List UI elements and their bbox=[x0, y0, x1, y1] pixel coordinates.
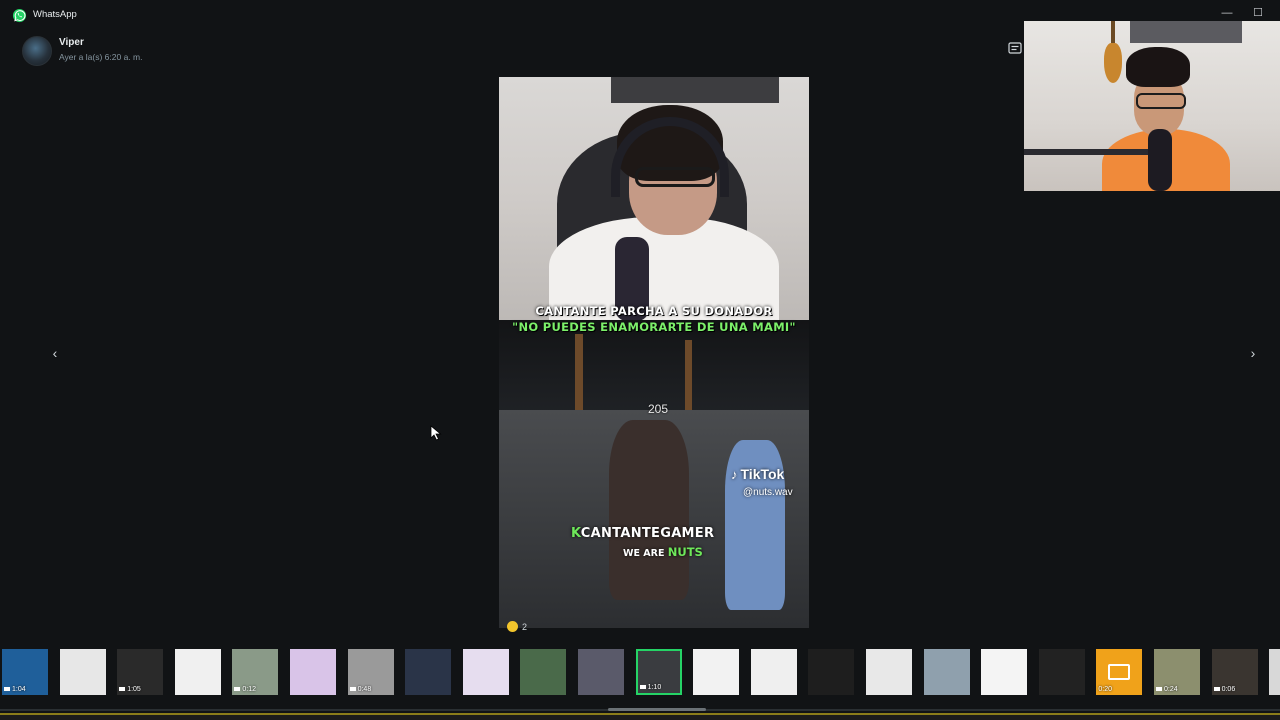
webcam-person-hair bbox=[1126, 47, 1190, 87]
thumbnail-duration: 1:10 bbox=[639, 684, 662, 691]
media-thumbnail[interactable] bbox=[462, 649, 509, 695]
video-camera-icon bbox=[639, 685, 646, 690]
video-glasses bbox=[635, 167, 715, 187]
webcam-mic-arm bbox=[1024, 149, 1154, 155]
minimize-button[interactable]: — bbox=[1216, 4, 1238, 22]
media-thumbnail[interactable] bbox=[59, 649, 106, 695]
webcam-overlay bbox=[1024, 21, 1280, 191]
brand-name: CANTANTEGAMER bbox=[580, 526, 715, 541]
tagline-highlight: NUTS bbox=[667, 545, 703, 559]
tiktok-icon: ♪ bbox=[731, 467, 738, 482]
media-thumbnail[interactable] bbox=[520, 649, 567, 695]
duration-label: 0:20 bbox=[1098, 686, 1113, 693]
media-thumbnail[interactable] bbox=[923, 649, 970, 695]
media-thumbnail[interactable] bbox=[578, 649, 624, 695]
app-title: WhatsApp bbox=[33, 9, 77, 20]
maximize-button[interactable]: ☐ bbox=[1247, 4, 1269, 22]
duration-label: 0:48 bbox=[357, 686, 372, 693]
media-thumbnail[interactable] bbox=[174, 649, 221, 695]
taskbar bbox=[0, 715, 1280, 720]
thumbnail-duration: 0:24 bbox=[1156, 686, 1178, 693]
duration-label: 1:04 bbox=[12, 686, 26, 693]
caption-icon[interactable] bbox=[1008, 42, 1022, 54]
sender-name: Viper bbox=[59, 37, 84, 48]
reaction-badge[interactable]: 2 bbox=[507, 621, 527, 632]
brand-tagline: WE ARE NUTS bbox=[623, 545, 703, 559]
thumbnail-duration: 0:12 bbox=[234, 686, 256, 693]
video-character bbox=[609, 420, 689, 600]
media-thumbnail[interactable]: 1:04 bbox=[2, 649, 48, 695]
video-tv bbox=[611, 77, 779, 103]
message-timestamp: Ayer a la(s) 6:20 a. m. bbox=[59, 52, 143, 62]
whatsapp-icon bbox=[12, 8, 27, 23]
duration-label: 1:10 bbox=[647, 684, 662, 691]
media-viewer[interactable]: CANTANTE PARCHA A SU DONADOR "NO PUEDES … bbox=[499, 77, 809, 628]
video-count-overlay: 205 bbox=[647, 402, 669, 416]
cursor-icon bbox=[430, 425, 442, 441]
emoji-icon bbox=[507, 621, 518, 632]
previous-media-button[interactable]: ‹ bbox=[46, 344, 64, 362]
media-thumbnail[interactable] bbox=[808, 649, 855, 695]
brand-k: K bbox=[571, 526, 581, 541]
media-thumbnail[interactable]: 1:05 bbox=[117, 649, 164, 695]
tagline-prefix: WE ARE bbox=[623, 548, 665, 559]
media-thumbnail[interactable]: 0:20 bbox=[1096, 649, 1143, 695]
next-media-button[interactable]: › bbox=[1244, 344, 1262, 362]
media-thumbnail[interactable]: 0:12 bbox=[232, 649, 279, 695]
webcam-person-glasses bbox=[1136, 93, 1186, 109]
media-thumbnail[interactable] bbox=[866, 649, 912, 695]
video-camera-icon bbox=[119, 687, 126, 692]
video-camera-icon bbox=[349, 687, 356, 692]
media-thumbnail[interactable] bbox=[693, 649, 740, 695]
video-headline: CANTANTE PARCHA A SU DONADOR bbox=[535, 304, 773, 318]
thumbnail-duration: 0:06 bbox=[1213, 686, 1236, 693]
media-thumbnail[interactable] bbox=[290, 649, 336, 695]
video-camera-icon bbox=[1213, 687, 1220, 692]
media-thumbnail[interactable] bbox=[405, 649, 452, 695]
webcam-guitar bbox=[1104, 43, 1122, 83]
thumbnail-duration: 0:48 bbox=[349, 686, 372, 693]
media-thumbnail[interactable]: 0:24 bbox=[1154, 649, 1200, 695]
media-thumbnail[interactable] bbox=[1038, 649, 1085, 695]
duration-label: 0:06 bbox=[1221, 686, 1236, 693]
video-camera-icon bbox=[234, 687, 241, 692]
tiktok-watermark: ♪ TikTok bbox=[731, 466, 784, 482]
duration-label: 0:24 bbox=[1164, 686, 1178, 693]
webcam-background-shelf bbox=[1130, 21, 1242, 43]
media-thumbnail[interactable] bbox=[981, 649, 1028, 695]
tiktok-label: TikTok bbox=[740, 466, 785, 482]
thumbnail-duration: 0:20 bbox=[1098, 686, 1112, 693]
duration-label: 0:12 bbox=[242, 686, 257, 693]
media-thumbnail[interactable]: 0:06 bbox=[1211, 649, 1258, 695]
video-camera-icon bbox=[4, 687, 10, 692]
thumbnail-duration: 1:05 bbox=[119, 686, 141, 693]
brand-title: KCANTANTEGAMER bbox=[571, 526, 714, 541]
media-thumbnail-strip: 1:04 1:05 0:12 0:48 1:10 0:20 0:24 0:06 bbox=[0, 645, 1280, 701]
media-thumbnail[interactable] bbox=[1269, 649, 1280, 695]
video-quote: "NO PUEDES ENAMORARTE DE UNA MAMI" bbox=[512, 320, 796, 334]
thumbnail-duration: 1:04 bbox=[4, 686, 26, 693]
tiktok-handle: @nuts.wav bbox=[743, 487, 793, 498]
media-thumbnail[interactable]: 1:10 bbox=[635, 649, 682, 695]
media-thumbnail[interactable] bbox=[750, 649, 797, 695]
strip-scrollbar[interactable] bbox=[608, 708, 706, 711]
webcam-microphone bbox=[1148, 129, 1172, 191]
video-camera-icon bbox=[1156, 687, 1162, 692]
image-placeholder-icon bbox=[1108, 664, 1131, 680]
reaction-count: 2 bbox=[522, 621, 528, 632]
avatar[interactable] bbox=[22, 36, 52, 66]
duration-label: 1:05 bbox=[127, 686, 141, 693]
media-thumbnail[interactable]: 0:48 bbox=[347, 649, 394, 695]
video-top-panel bbox=[499, 77, 809, 327]
